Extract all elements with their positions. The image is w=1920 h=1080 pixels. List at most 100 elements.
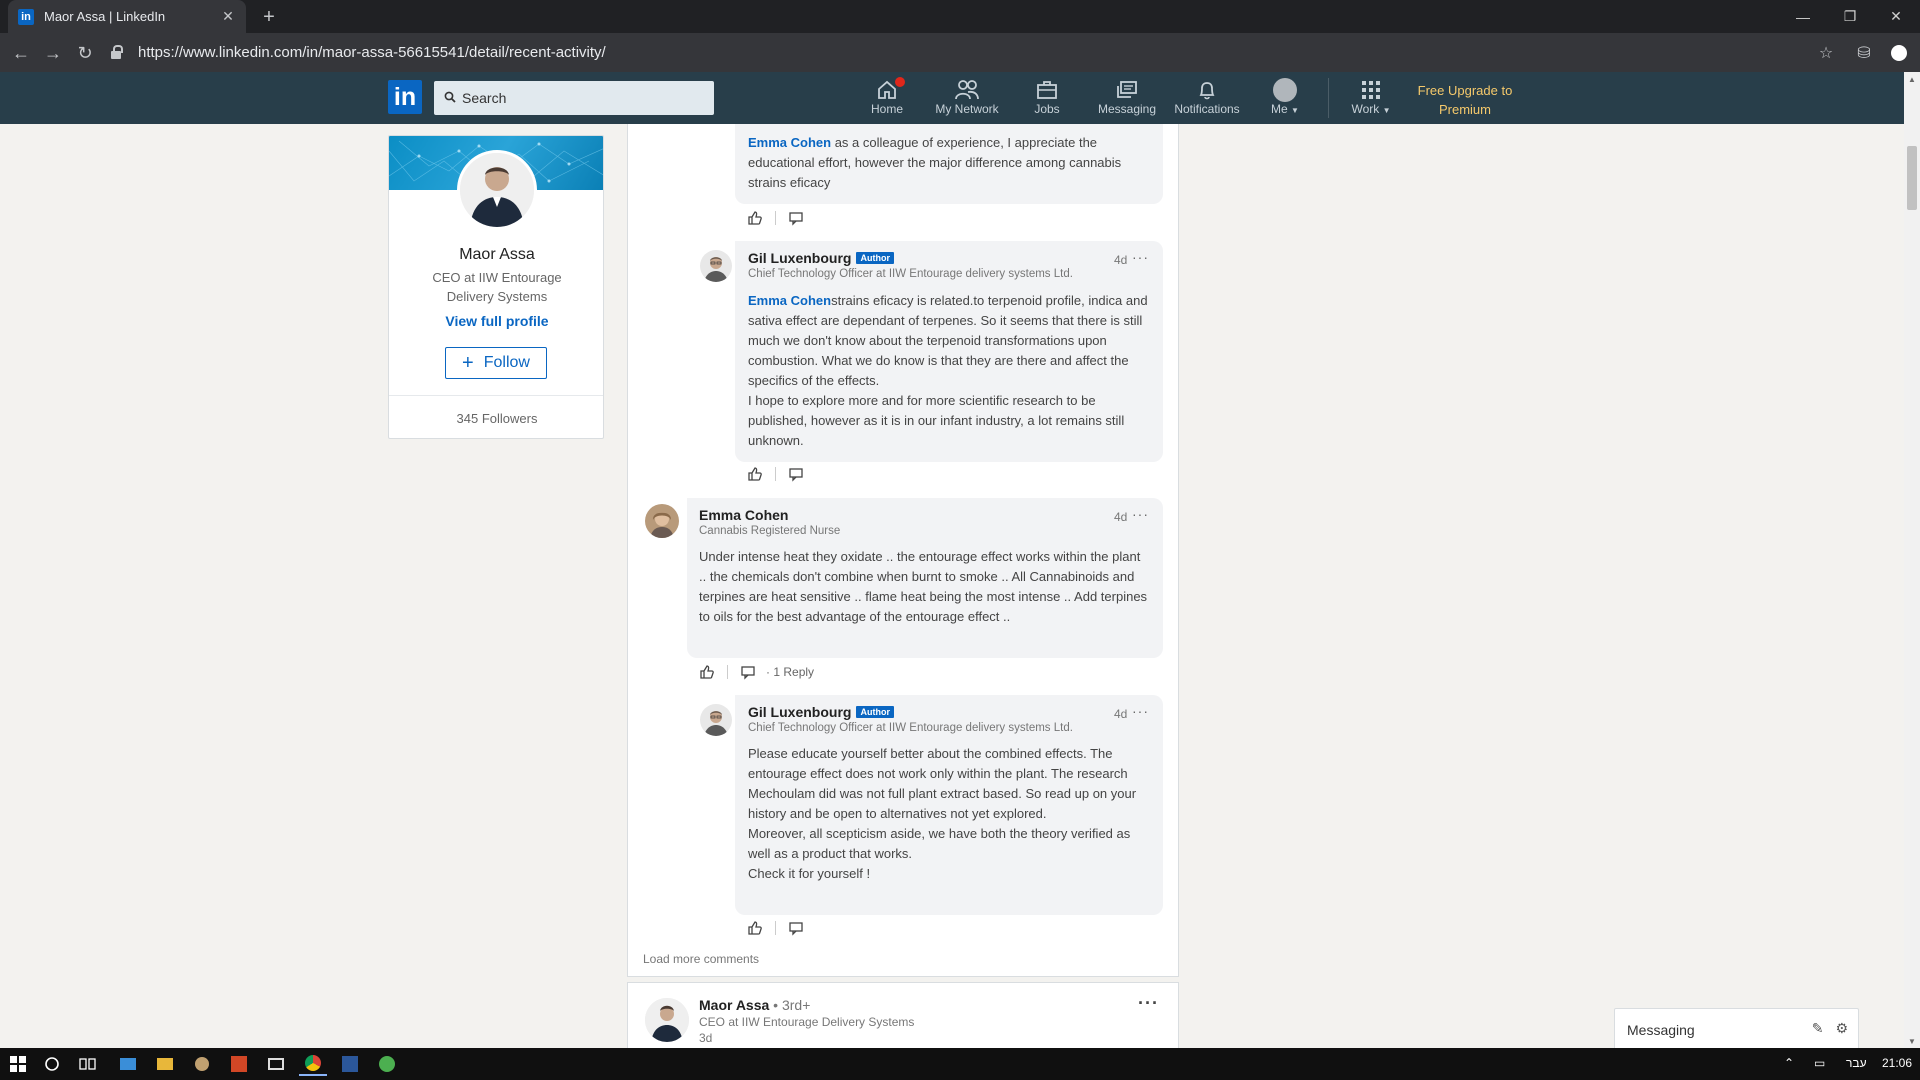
author-badge: Author — [856, 252, 894, 264]
bookmark-star-icon[interactable]: ☆ — [1815, 42, 1837, 64]
scroll-down-icon[interactable]: ▼ — [1904, 1034, 1920, 1048]
comment-options-icon[interactable]: ··· — [1132, 249, 1149, 265]
like-icon[interactable] — [745, 464, 765, 484]
gear-icon[interactable]: ⚙ — [1835, 1020, 1848, 1037]
profile-avatar[interactable] — [457, 150, 537, 230]
commenter-name[interactable]: Gil Luxenbourg Author — [748, 250, 894, 266]
back-button[interactable]: ← — [8, 40, 34, 66]
like-icon[interactable] — [697, 662, 717, 682]
premium-upgrade-link[interactable]: Free Upgrade to Premium — [1400, 81, 1530, 119]
post-author-headline: CEO at IIW Entourage Delivery Systems — [699, 1015, 915, 1029]
post-options-icon[interactable]: ··· — [1138, 993, 1159, 1014]
like-icon[interactable] — [745, 918, 765, 938]
reply-icon[interactable] — [786, 918, 806, 938]
briefcase-icon — [1036, 78, 1058, 102]
comment-time: 4d — [1114, 707, 1128, 721]
commenter-avatar[interactable] — [645, 504, 679, 538]
load-more-comments-link[interactable]: Load more comments — [643, 952, 759, 966]
reply-icon[interactable] — [786, 208, 806, 228]
premium-line2: Premium — [1438, 102, 1491, 117]
extension-icon[interactable]: ⛁ — [1853, 42, 1875, 64]
windows-start-icon[interactable] — [4, 1052, 32, 1076]
comment-time: 4d — [1114, 253, 1128, 267]
view-full-profile-link[interactable]: View full profile — [389, 313, 603, 329]
desktop-app-icon[interactable] — [114, 1052, 142, 1076]
minimize-button[interactable]: — — [1780, 0, 1826, 33]
follow-label: Follow — [483, 354, 530, 371]
clock[interactable]: 21:06 — [1882, 1056, 1912, 1070]
word-icon[interactable] — [336, 1052, 364, 1076]
comment-options-icon[interactable]: ··· — [1132, 506, 1149, 522]
nav-home-label: Home — [870, 102, 903, 116]
scrollbar-thumb[interactable] — [1907, 146, 1917, 210]
browser-tab[interactable]: in Maor Assa | LinkedIn ✕ — [8, 0, 246, 33]
nav-messaging[interactable]: Messaging — [1095, 78, 1159, 122]
task-view-icon[interactable] — [74, 1052, 102, 1076]
post-author-avatar[interactable] — [645, 998, 689, 1042]
reply-count-link[interactable]: · 1 Reply — [766, 665, 814, 679]
chrome-icon[interactable] — [299, 1052, 327, 1076]
comment-text: Under intense heat they oxidate .. the e… — [699, 549, 1148, 624]
close-tab-icon[interactable]: ✕ — [220, 8, 236, 25]
nav-my-network-label: My Network — [935, 102, 999, 116]
network-tray-icon[interactable]: ▭ — [1814, 1056, 1825, 1070]
follow-button[interactable]: + Follow — [445, 347, 547, 379]
tab-title: Maor Assa | LinkedIn — [44, 9, 166, 24]
like-icon[interactable] — [745, 208, 765, 228]
comment-time: 4d — [1114, 510, 1128, 524]
page-scrollbar[interactable]: ▲ ▼ — [1904, 72, 1920, 1048]
nav-my-network[interactable]: My Network — [930, 78, 1004, 122]
reload-button[interactable]: ↻ — [72, 40, 98, 66]
linkedin-navbar: in Search Home My Network Jobs Messaging — [0, 72, 1904, 124]
compose-icon[interactable]: ✎ — [1812, 1020, 1824, 1037]
divider — [389, 395, 603, 396]
tray-chevron-up-icon[interactable]: ⌃ — [1784, 1056, 1794, 1070]
commenter-headline: Cannabis Registered Nurse — [699, 525, 841, 537]
comment-options-icon[interactable]: ··· — [1132, 703, 1149, 719]
search-icon — [444, 91, 456, 106]
commenter-headline: Chief Technology Officer at IIW Entourag… — [748, 268, 1073, 280]
powerpoint-icon[interactable] — [225, 1052, 253, 1076]
plus-icon: + — [462, 351, 474, 374]
close-window-button[interactable]: ✕ — [1873, 0, 1919, 33]
connection-degree: • 3rd+ — [769, 997, 811, 1013]
premium-line1: Free Upgrade to — [1417, 83, 1513, 98]
app-green-icon[interactable] — [373, 1052, 401, 1076]
post-author-name[interactable]: Maor Assa • 3rd+ — [699, 997, 810, 1013]
network-icon — [954, 78, 980, 102]
avatar — [1273, 78, 1297, 102]
divider — [727, 665, 728, 679]
search-icon[interactable] — [38, 1052, 66, 1076]
messaging-widget[interactable]: Messaging ✎ ⚙ — [1614, 1008, 1859, 1050]
reply-icon[interactable] — [738, 662, 758, 682]
nav-me[interactable]: Me ▼ — [1270, 78, 1300, 122]
bell-icon — [1196, 78, 1218, 102]
address-bar[interactable]: https://www.linkedin.com/in/maor-assa-56… — [110, 37, 1810, 67]
scroll-up-icon[interactable]: ▲ — [1904, 72, 1920, 86]
nav-jobs[interactable]: Jobs — [1030, 78, 1064, 122]
search-input[interactable]: Search — [434, 81, 714, 115]
new-tab-button[interactable]: + — [256, 4, 282, 30]
forward-button[interactable]: → — [40, 40, 66, 66]
app-window-icon[interactable] — [262, 1052, 290, 1076]
commenter-headline: Chief Technology Officer at IIW Entourag… — [748, 722, 1073, 734]
comment-text: Emma Cohenstrains eficacy is related.to … — [748, 293, 1148, 448]
profile-name[interactable]: Maor Assa — [389, 246, 603, 264]
nav-work[interactable]: Work ▼ — [1348, 78, 1394, 122]
nav-home[interactable]: Home — [866, 76, 908, 122]
language-indicator[interactable]: עבר — [1846, 1056, 1867, 1070]
file-explorer-icon[interactable] — [151, 1052, 179, 1076]
linkedin-logo[interactable]: in — [388, 80, 422, 114]
nav-notifications[interactable]: Notifications — [1172, 78, 1242, 122]
reply-icon[interactable] — [786, 464, 806, 484]
profile-icon[interactable] — [1888, 42, 1910, 64]
commenter-avatar[interactable] — [700, 250, 732, 282]
commenter-avatar[interactable] — [700, 704, 732, 736]
commenter-name[interactable]: Gil Luxenbourg Author — [748, 704, 894, 720]
app-icon[interactable] — [188, 1052, 216, 1076]
commenter-name[interactable]: Emma Cohen — [699, 507, 788, 523]
restore-button[interactable]: ❐ — [1827, 0, 1873, 33]
post-time: 3d — [699, 1031, 713, 1045]
mention-link[interactable]: Emma Cohen — [748, 293, 831, 308]
mention-link[interactable]: Emma Cohen — [748, 135, 831, 150]
